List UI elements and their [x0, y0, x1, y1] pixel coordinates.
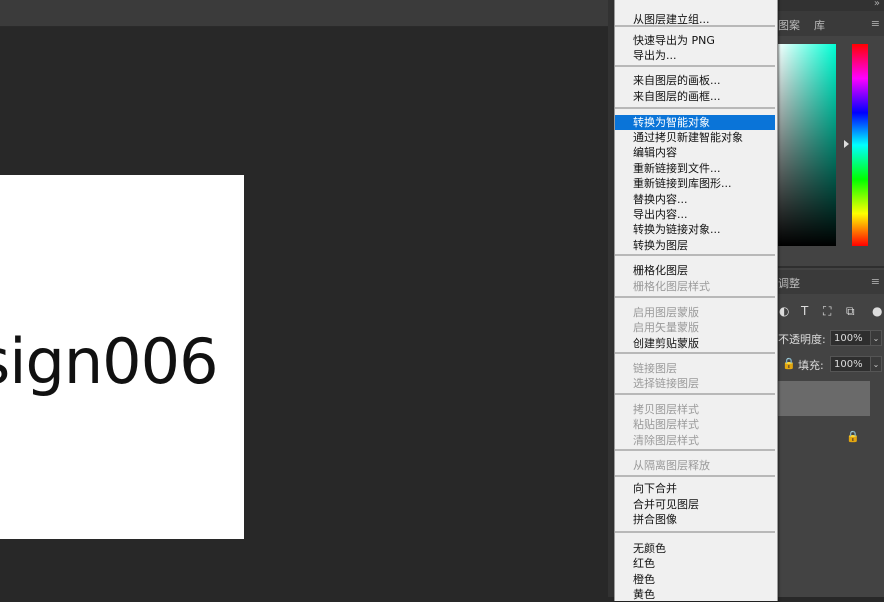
menu-item[interactable]: 拼合图像: [615, 512, 775, 527]
menu-separator: [615, 531, 775, 533]
menu-item[interactable]: 导出内容...: [615, 207, 775, 222]
type-filter-icon[interactable]: T: [801, 304, 808, 318]
menu-item[interactable]: 启用矢量蒙版: [615, 320, 775, 335]
menu-separator: [615, 25, 775, 27]
artboard-text: sign006: [0, 325, 219, 398]
adjustments-tab-bar: 调整 ≡: [776, 270, 884, 294]
panel-divider: [776, 266, 884, 268]
menu-separator: [615, 475, 775, 477]
opacity-input[interactable]: 100%: [830, 330, 872, 346]
menu-item[interactable]: 来自图层的画框...: [615, 89, 775, 104]
smart-object-filter-icon[interactable]: ⧉: [846, 304, 855, 319]
menu-item[interactable]: 替换内容...: [615, 192, 775, 207]
menu-item[interactable]: 转换为图层: [615, 238, 775, 253]
color-panel-tabs: 图案 库 ≡: [776, 11, 884, 36]
menu-item[interactable]: 来自图层的画板...: [615, 73, 775, 88]
tab-patterns[interactable]: 图案: [778, 17, 800, 33]
fill-label: 填充:: [798, 359, 824, 372]
menu-item[interactable]: 栅格化图层: [615, 263, 775, 278]
lock-all-icon[interactable]: 🔒: [782, 357, 796, 370]
menu-separator: [615, 65, 775, 67]
menu-item[interactable]: 选择链接图层: [615, 376, 775, 391]
menu-item[interactable]: 导出为...: [615, 48, 775, 63]
right-panels: » 图案 库 ≡ 调整 ≡ ◐ T ⛶ ⧉ ● 不透明度: 100% ⌄ 🔒 填…: [776, 0, 884, 597]
menu-item[interactable]: 向下合并: [615, 481, 775, 496]
menu-item[interactable]: 粘贴图层样式: [615, 417, 775, 432]
fill-input[interactable]: 100%: [830, 356, 872, 372]
panel-header-strip: »: [776, 0, 884, 11]
shape-filter-icon[interactable]: ⛶: [823, 304, 831, 319]
layer-item-selected[interactable]: [776, 381, 870, 416]
collapse-panels-icon[interactable]: »: [874, 0, 880, 9]
menu-item[interactable]: 转换为链接对象...: [615, 222, 775, 237]
menu-item[interactable]: 创建剪贴蒙版: [615, 336, 775, 351]
menu-separator: [615, 352, 775, 354]
layer-context-menu: 从图层建立组... 快速导出为 PNG 导出为... 来自图层的画板... 来自图层的画…: [614, 0, 778, 601]
hue-slider[interactable]: [852, 44, 868, 246]
chevron-down-icon[interactable]: ⌄: [870, 330, 882, 346]
menu-item[interactable]: 橙色: [615, 572, 775, 587]
menu-item[interactable]: 重新链接到文件...: [615, 161, 775, 176]
opacity-label: 不透明度:: [778, 333, 826, 346]
menu-item[interactable]: 通过拷贝新建智能对象: [615, 130, 775, 145]
layer-filter-row: ◐ T ⛶ ⧉ ●: [776, 300, 884, 322]
chevron-down-icon[interactable]: ⌄: [870, 356, 882, 372]
menu-separator: [615, 449, 775, 451]
filter-toggle-icon[interactable]: ●: [872, 304, 882, 318]
panel-menu-icon[interactable]: ≡: [871, 17, 880, 30]
adjustment-filter-icon[interactable]: ◐: [779, 304, 789, 318]
menu-separator: [615, 393, 775, 395]
menu-item[interactable]: 无颜色: [615, 541, 775, 556]
lock-icon: 🔒: [846, 430, 860, 443]
tab-libraries[interactable]: 库: [814, 17, 825, 33]
menu-separator: [615, 254, 775, 256]
menu-item[interactable]: 拷贝图层样式: [615, 402, 775, 417]
menu-item[interactable]: 清除图层样式: [615, 433, 775, 448]
menu-item[interactable]: 链接图层: [615, 361, 775, 376]
menu-item[interactable]: 红色: [615, 556, 775, 571]
tab-adjustments[interactable]: 调整: [778, 275, 800, 291]
opacity-row: 不透明度: 100% ⌄: [776, 330, 884, 352]
menu-separator: [615, 296, 775, 298]
panel-menu-icon[interactable]: ≡: [871, 275, 880, 288]
hue-slider-arrow-icon[interactable]: [844, 140, 849, 148]
layer-item-background[interactable]: 🔒: [776, 419, 870, 454]
fill-row: 🔒 填充: 100% ⌄: [776, 356, 884, 378]
color-field[interactable]: [776, 44, 836, 246]
menu-item[interactable]: 从隔离图层释放: [615, 458, 775, 473]
menu-item[interactable]: 重新链接到库图形...: [615, 176, 775, 191]
menu-separator: [615, 107, 775, 109]
menu-item[interactable]: 栅格化图层样式: [615, 279, 775, 294]
menu-item[interactable]: 编辑内容: [615, 145, 775, 160]
menu-item[interactable]: 快速导出为 PNG: [615, 33, 775, 48]
menu-item[interactable]: 转换为智能对象: [615, 115, 775, 130]
artboard[interactable]: sign006: [0, 175, 244, 539]
menu-item[interactable]: 启用图层蒙版: [615, 305, 775, 320]
menu-item[interactable]: 合并可见图层: [615, 497, 775, 512]
menu-item[interactable]: 黄色: [615, 587, 775, 602]
